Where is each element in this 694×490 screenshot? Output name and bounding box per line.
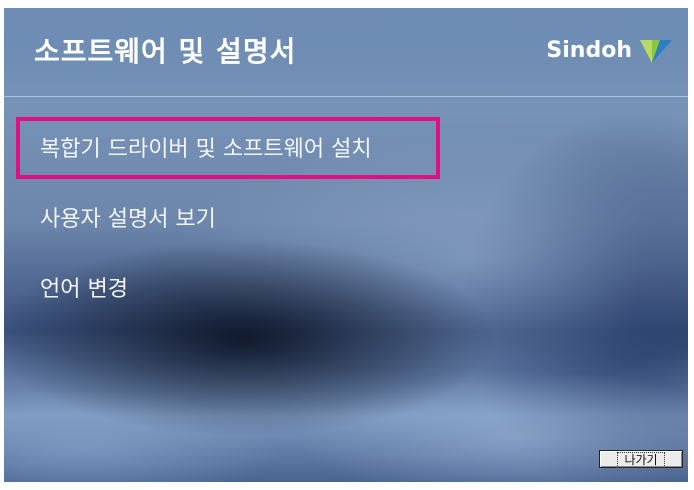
menu-item-install-driver[interactable]: 복합기 드라이버 및 소프트웨어 설치 xyxy=(40,136,372,164)
header-divider xyxy=(4,96,688,97)
installer-window: 소프트웨어 및 설명서 Sindoh 복합기 드라이버 및 소프트웨어 설치 사… xyxy=(4,8,688,482)
logo-mark-icon xyxy=(640,40,672,63)
page-title: 소프트웨어 및 설명서 xyxy=(34,35,297,68)
menu-item-view-manual[interactable]: 사용자 설명서 보기 xyxy=(40,206,216,234)
menu-item-change-language[interactable]: 언어 변경 xyxy=(40,276,128,304)
exit-button[interactable]: 나가기 xyxy=(599,450,683,468)
logo-text: Sindoh xyxy=(546,37,632,63)
exit-button-label: 나가기 xyxy=(617,452,665,468)
brand-logo: Sindoh xyxy=(546,34,674,66)
header: 소프트웨어 및 설명서 Sindoh xyxy=(4,8,688,96)
